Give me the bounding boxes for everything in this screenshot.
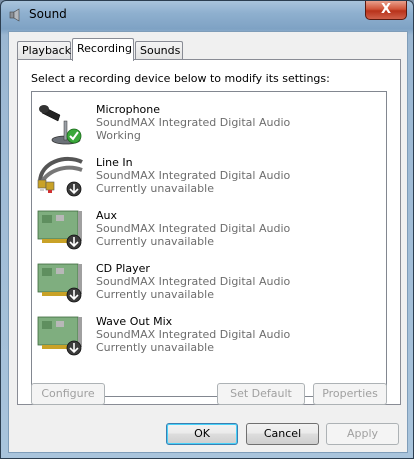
list-item-wave-out-mix[interactable]: Wave Out Mix SoundMAX Integrated Digital… (32, 306, 386, 359)
device-status: Currently unavailable (96, 288, 214, 301)
device-driver: SoundMAX Integrated Digital Audio (96, 116, 291, 129)
cancel-button[interactable]: Cancel (246, 423, 319, 445)
device-driver: SoundMAX Integrated Digital Audio (96, 222, 291, 235)
ok-button[interactable]: OK (166, 423, 238, 445)
device-name: Aux (96, 209, 118, 222)
sound-card-icon (37, 263, 82, 303)
set-default-button[interactable]: Set Default (217, 383, 305, 405)
line-in-cable-icon (37, 156, 83, 197)
device-name: Line In (96, 156, 133, 169)
list-item-line-in[interactable]: Line In SoundMAX Integrated Digital Audi… (32, 147, 386, 200)
recording-device-list[interactable]: Microphone SoundMAX Integrated Digital A… (31, 91, 387, 397)
sound-dialog-window: Sound X Playback Recording Sounds Select… (0, 0, 414, 459)
title-bar[interactable]: Sound X (1, 1, 413, 29)
device-status: Currently unavailable (96, 182, 214, 195)
list-item-microphone[interactable]: Microphone SoundMAX Integrated Digital A… (32, 94, 386, 147)
instruction-text: Select a recording device below to modif… (31, 72, 330, 85)
recording-tab-panel: Select a recording device below to modif… (17, 59, 401, 405)
device-status: Working (96, 129, 141, 142)
properties-button[interactable]: Properties (313, 383, 387, 405)
configure-button[interactable]: Configure (31, 383, 105, 405)
apply-button[interactable]: Apply (326, 423, 399, 445)
sound-card-icon (37, 316, 82, 356)
device-driver: SoundMAX Integrated Digital Audio (96, 328, 291, 341)
list-item-cd-player[interactable]: CD Player SoundMAX Integrated Digital Au… (32, 253, 386, 306)
device-driver: SoundMAX Integrated Digital Audio (96, 169, 291, 182)
speaker-icon (9, 8, 20, 22)
close-button[interactable]: X (365, 1, 407, 20)
device-driver: SoundMAX Integrated Digital Audio (96, 275, 291, 288)
sound-card-icon (37, 210, 82, 250)
dialog-client-area: Playback Recording Sounds Select a recor… (8, 31, 408, 453)
tab-sounds[interactable]: Sounds (135, 41, 183, 60)
device-status: Currently unavailable (96, 341, 214, 354)
device-name: CD Player (96, 262, 150, 275)
device-name: Wave Out Mix (96, 315, 173, 328)
tab-playback[interactable]: Playback (17, 41, 71, 60)
window-title: Sound (29, 7, 67, 21)
microphone-icon (39, 105, 82, 145)
device-status: Currently unavailable (96, 235, 214, 248)
tab-recording[interactable]: Recording (72, 38, 134, 61)
list-item-aux[interactable]: Aux SoundMAX Integrated Digital Audio Cu… (32, 200, 386, 253)
device-name: Microphone (96, 103, 161, 116)
